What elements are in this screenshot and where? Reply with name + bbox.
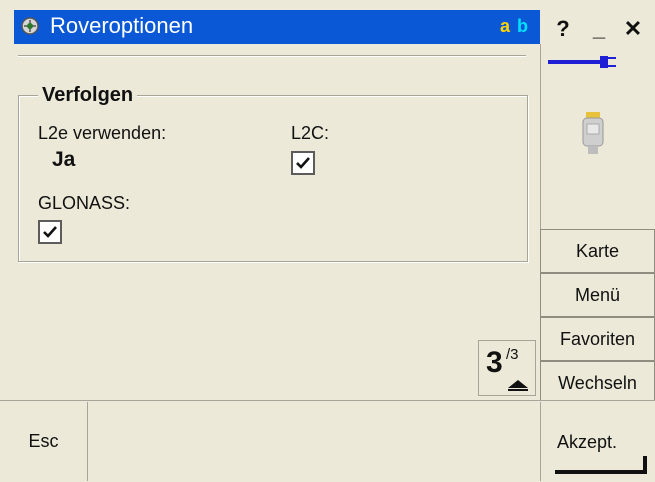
map-button-label: Karte xyxy=(575,240,620,261)
help-button[interactable]: ? xyxy=(548,14,578,44)
l2e-label: L2e verwenden: xyxy=(38,123,167,143)
window-title: Roveroptionen xyxy=(50,13,194,38)
glonass-label: GLONASS: xyxy=(38,193,131,213)
checkmark-icon xyxy=(43,226,57,238)
close-label: ✕ xyxy=(623,16,643,41)
switch-button[interactable]: Wechseln xyxy=(540,361,655,405)
glonass-checkbox[interactable] xyxy=(38,220,62,244)
esc-button[interactable]: Esc xyxy=(0,402,88,481)
menu-button-label: Menü xyxy=(574,284,621,305)
checkmark-icon xyxy=(296,157,310,169)
favorites-button[interactable]: Favoriten xyxy=(540,317,655,361)
receiver-icon xyxy=(580,112,606,161)
help-label: ? xyxy=(556,16,570,41)
power-connection-icon xyxy=(548,54,618,75)
input-mode-indicator[interactable]: a b xyxy=(500,16,529,37)
input-mode-a: a xyxy=(500,16,512,36)
enter-icon xyxy=(555,456,647,474)
page-current: 3 xyxy=(486,346,503,379)
minimize-button[interactable]: _ xyxy=(584,14,614,44)
page-total: /3 xyxy=(506,346,519,363)
minimize-label: _ xyxy=(592,16,606,41)
page-up-icon xyxy=(506,378,530,397)
accept-button[interactable]: Akzept. xyxy=(540,402,655,481)
esc-label: Esc xyxy=(28,431,59,451)
l2c-label: L2C: xyxy=(291,123,330,143)
l2c-checkbox[interactable] xyxy=(291,151,315,175)
group-title: Verfolgen xyxy=(38,84,138,107)
divider xyxy=(18,55,526,57)
map-button[interactable]: Karte xyxy=(540,229,655,273)
input-mode-b: b xyxy=(517,16,530,36)
close-button[interactable]: ✕ xyxy=(618,14,648,44)
accept-label: Akzept. xyxy=(557,432,618,452)
favorites-button-label: Favoriten xyxy=(559,328,636,349)
l2e-value[interactable]: Ja xyxy=(52,148,75,172)
menu-button[interactable]: Menü xyxy=(540,273,655,317)
app-icon xyxy=(18,14,42,38)
tracking-group xyxy=(18,95,528,262)
switch-button-label: Wechseln xyxy=(558,372,637,393)
